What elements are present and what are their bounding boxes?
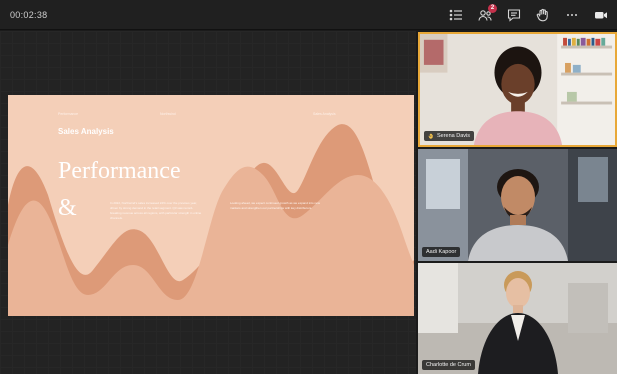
meeting-timer: 00:02:38 [10,10,48,20]
slide-body-column-2: Looking ahead, we expect continued growt… [230,201,320,210]
slide-header-mid: Northwind [160,112,176,116]
raise-hand-icon[interactable] [535,7,551,23]
slide-header-right: Sales Analysis [313,112,336,116]
participant-nametag-2: Aadi Kapoor [422,247,461,257]
slide-title-ampersand: & [58,195,77,221]
participant-video-2 [418,149,617,261]
camera-icon[interactable] [593,7,609,23]
slide-header-left: Performance [58,112,79,116]
participants-badge: 2 [488,4,497,13]
participant-nametag-3: Charlotte de Crum [422,360,475,370]
content-stage: Performance Northwind Sales Analysis Sal… [0,31,416,374]
meeting-toolbar: 00:02:38 2 [0,0,617,30]
more-icon[interactable] [564,7,580,23]
participant-name-3: Charlotte de Crum [426,362,471,368]
toolbar-icons: 2 [448,4,609,25]
raised-hand-icon [428,133,433,139]
chat-icon[interactable] [506,7,522,23]
participant-tile-3[interactable]: Charlotte de Crum [418,263,617,374]
slide-subtitle: Sales Analysis [58,127,114,136]
participants-icon[interactable]: 2 [477,4,497,23]
participant-name-2: Aadi Kapoor [426,249,457,255]
participant-name-1: Serena Davis [437,133,471,139]
participant-video-3 [418,263,617,374]
list-icon[interactable] [448,7,464,23]
participant-nametag-1: Serena Davis [424,131,475,141]
wave-front [8,166,414,316]
participant-tile-1[interactable]: Serena Davis [418,32,617,147]
shared-slide[interactable]: Performance Northwind Sales Analysis Sal… [8,95,414,316]
participant-video-1 [420,34,615,145]
slide-title: Performance [58,158,181,184]
slide-body-column-1: In 2022, Northwind's sales increased 24%… [110,201,202,220]
participant-tile-2[interactable]: Aadi Kapoor [418,149,617,261]
